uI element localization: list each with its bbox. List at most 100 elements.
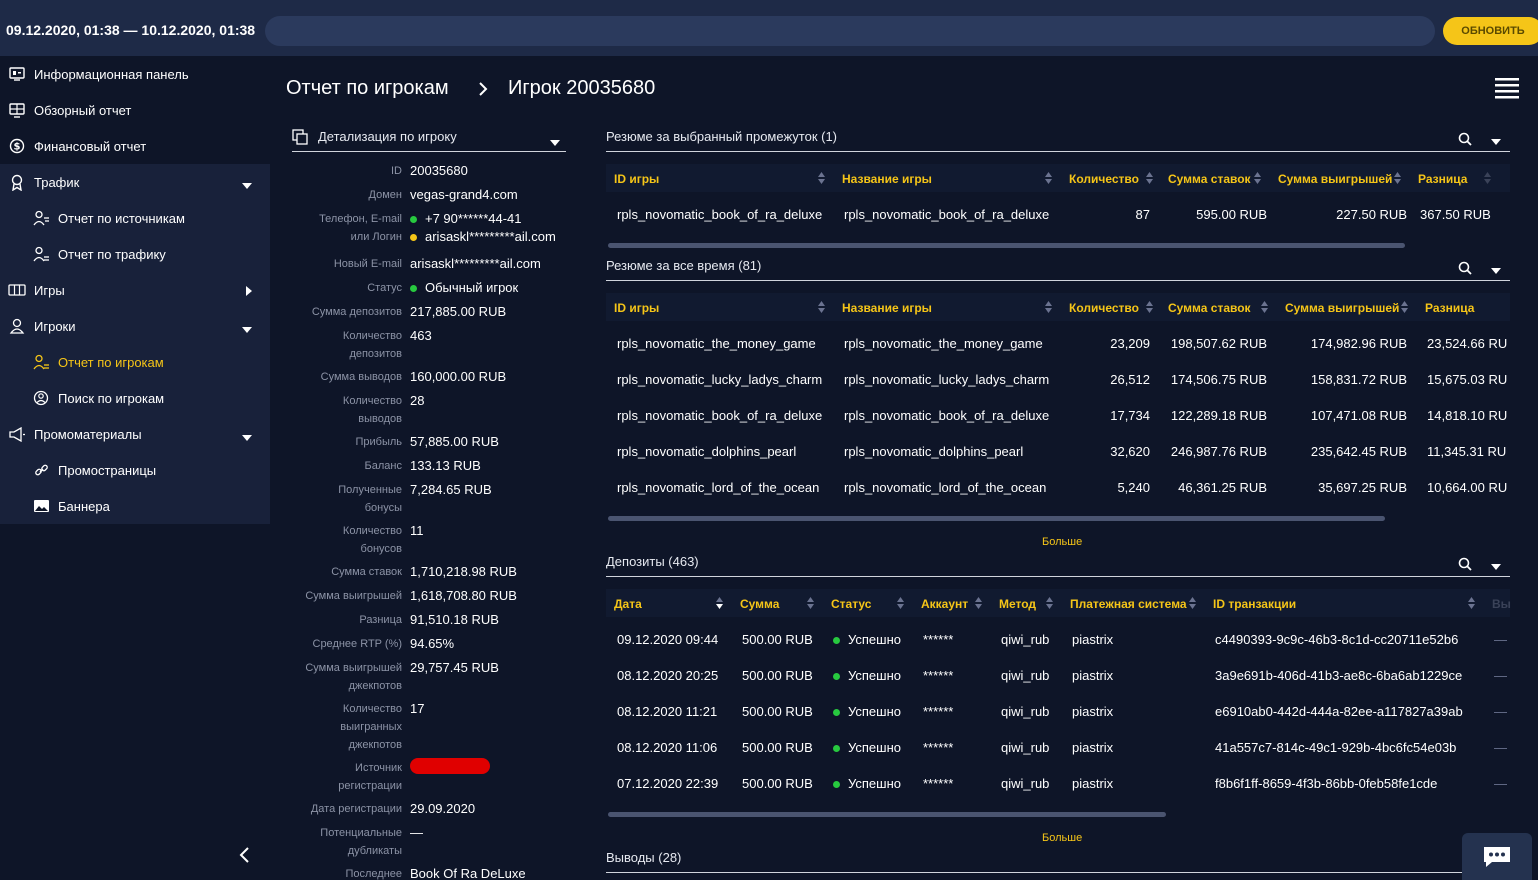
col-header-payment-system[interactable]: Платежная система — [1070, 597, 1187, 611]
col-header-date[interactable]: Дата — [614, 597, 642, 611]
col-header-bets[interactable]: Сумма ставок — [1168, 301, 1251, 315]
sort-icon[interactable] — [975, 596, 982, 610]
sidebar-item-banners[interactable]: Баннера — [0, 488, 270, 524]
table-row[interactable]: 07.12.2020 22:39 500.00 RUB Успешно ****** q… — [606, 765, 1510, 801]
table-row[interactable]: 08.12.2020 11:21 500.00 RUB Успешно ****** q… — [606, 693, 1510, 729]
search-icon[interactable] — [1458, 132, 1472, 149]
detail-key: Сумма выигрышей — [305, 662, 402, 674]
search-icon[interactable] — [1458, 557, 1472, 574]
sort-icon[interactable] — [897, 596, 904, 610]
col-header-status[interactable]: Статус — [831, 597, 871, 611]
col-header-diff[interactable]: Разница — [1425, 301, 1474, 315]
sidebar-item-overview[interactable]: Обзорный отчет — [0, 92, 270, 128]
col-header-wins[interactable]: Сумма выигрышей — [1278, 172, 1392, 186]
caret-down-icon[interactable] — [1491, 133, 1501, 148]
table-cell: 07.12.2020 22:39 — [617, 776, 718, 791]
sort-icon[interactable] — [1045, 300, 1052, 314]
dashboard-icon — [8, 65, 26, 83]
collapse-sidebar-chevron-icon[interactable] — [238, 846, 254, 866]
sort-icon[interactable] — [1146, 300, 1153, 314]
table-row[interactable]: rpls_novomatic_lucky_ladys_charm rpls_nov… — [606, 361, 1510, 397]
sort-desc-icon[interactable] — [716, 596, 723, 610]
table-row[interactable]: 08.12.2020 20:25 500.00 RUB Успешно ****** q… — [606, 657, 1510, 693]
sort-icon[interactable] — [1045, 171, 1052, 185]
caret-down-icon[interactable] — [1491, 262, 1501, 277]
sort-icon[interactable] — [807, 596, 814, 610]
refresh-button[interactable]: ОБНОВИТЬ — [1443, 17, 1538, 45]
table-cell: — — [1494, 632, 1507, 647]
detail-value-text: 94.65% — [410, 636, 455, 651]
table-cell-text: — — [1494, 776, 1507, 791]
sidebar-item-traffic-report[interactable]: Отчет по трафику — [0, 236, 270, 272]
hamburger-menu-icon[interactable] — [1494, 76, 1520, 100]
col-header-game-id[interactable]: ID игры — [614, 301, 659, 315]
sidebar-item-dashboard[interactable]: Информационная панель — [0, 56, 270, 92]
table-cell: 367.50 RUB — [1420, 207, 1491, 222]
sidebar-item-promo[interactable]: Промоматериалы — [0, 416, 270, 452]
caret-down-icon[interactable] — [1491, 558, 1501, 573]
col-header-game-name[interactable]: Название игры — [842, 172, 932, 186]
horizontal-scrollbar[interactable] — [608, 516, 1385, 521]
sidebar-item-source-report[interactable]: Отчет по источникам — [0, 200, 270, 236]
detail-key: Баланс — [364, 460, 402, 472]
col-header-method[interactable]: Метод — [999, 597, 1036, 611]
table-cell: 500.00 RUB — [742, 740, 813, 755]
col-header-count[interactable]: Количество — [1069, 301, 1139, 315]
sidebar-item-players[interactable]: Игроки — [0, 308, 270, 344]
date-range[interactable]: 09.12.2020, 01:38 — 10.12.2020, 01:38 — [6, 22, 255, 38]
table-cell-text: 500.00 RUB — [742, 740, 813, 755]
sort-icon[interactable] — [1394, 171, 1401, 185]
player-detail-dropdown[interactable]: Детализация по игроку — [292, 126, 566, 152]
col-header-diff[interactable]: Разница — [1418, 172, 1467, 186]
table-row[interactable]: rpls_novomatic_book_of_ra_deluxe rpls_nov… — [606, 196, 1510, 232]
sort-icon[interactable] — [1261, 300, 1268, 314]
sidebar-item-player-report[interactable]: Отчет по игрокам — [0, 344, 270, 380]
horizontal-scrollbar[interactable] — [608, 812, 1166, 817]
sort-icon[interactable] — [1468, 596, 1475, 610]
col-header-count[interactable]: Количество — [1069, 172, 1139, 186]
col-header-overflow[interactable]: Вы — [1492, 597, 1511, 611]
table-cell: 500.00 RUB — [742, 632, 813, 647]
col-header-game-name[interactable]: Название игры — [842, 301, 932, 315]
sort-icon[interactable] — [818, 171, 825, 185]
sort-icon[interactable] — [1189, 596, 1196, 610]
sidebar-item-finance[interactable]: $ Финансовый отчет — [0, 128, 270, 164]
sidebar-item-promo-pages[interactable]: Промостраницы — [0, 452, 270, 488]
detail-value: Обычный игрок — [410, 279, 518, 297]
sort-icon[interactable] — [1484, 171, 1491, 185]
table-row[interactable]: rpls_novomatic_lord_of_the_ocean rpls_nov… — [606, 469, 1510, 505]
sidebar-item-player-search[interactable]: Поиск по игрокам — [0, 380, 270, 416]
table-row[interactable]: 09.12.2020 09:44 500.00 RUB Успешно ****** q… — [606, 621, 1510, 657]
horizontal-scrollbar[interactable] — [608, 243, 1405, 248]
sidebar-item-games[interactable]: Игры — [0, 272, 270, 308]
sort-icon[interactable] — [818, 300, 825, 314]
overview-icon — [8, 101, 26, 119]
col-header-wins[interactable]: Сумма выигрышей — [1285, 301, 1399, 315]
table-header-summary-all: ID игры Название игры Количество Сумма с… — [606, 293, 1510, 321]
sort-icon[interactable] — [1146, 171, 1153, 185]
sidebar-item-traffic[interactable]: Трафик — [0, 164, 270, 200]
table-cell-text: 227.50 RUB — [1336, 207, 1407, 222]
search-icon[interactable] — [1458, 261, 1472, 278]
more-link[interactable]: Больше — [1042, 832, 1082, 844]
more-link[interactable]: Больше — [1042, 536, 1082, 548]
col-header-game-id[interactable]: ID игры — [614, 172, 659, 186]
sort-icon[interactable] — [1254, 171, 1261, 185]
col-header-transaction-id[interactable]: ID транзакции — [1213, 597, 1296, 611]
table-row[interactable]: rpls_novomatic_book_of_ra_deluxe rpls_nov… — [606, 397, 1510, 433]
table-cell-text: qiwi_rub — [1001, 776, 1050, 791]
col-header-bets[interactable]: Сумма ставок — [1168, 172, 1251, 186]
table-row[interactable]: 08.12.2020 11:06 500.00 RUB Успешно ****** q… — [606, 729, 1510, 765]
table-cell: 11,345.31 RU — [1427, 444, 1506, 459]
search-bar[interactable] — [265, 16, 1435, 46]
table-row[interactable]: rpls_novomatic_dolphins_pearl rpls_novoma… — [606, 433, 1510, 469]
table-cell-text: 23,209 — [1110, 336, 1150, 351]
chat-button[interactable] — [1462, 833, 1532, 880]
status-dot-icon — [410, 285, 417, 293]
col-header-amount[interactable]: Сумма — [740, 597, 779, 611]
breadcrumb-parent[interactable]: Отчет по игрокам — [286, 77, 449, 100]
sort-icon[interactable] — [1046, 596, 1053, 610]
table-row[interactable]: rpls_novomatic_the_money_game rpls_novoma… — [606, 325, 1510, 361]
sort-icon[interactable] — [1401, 300, 1408, 314]
col-header-account[interactable]: Аккаунт — [921, 597, 968, 611]
